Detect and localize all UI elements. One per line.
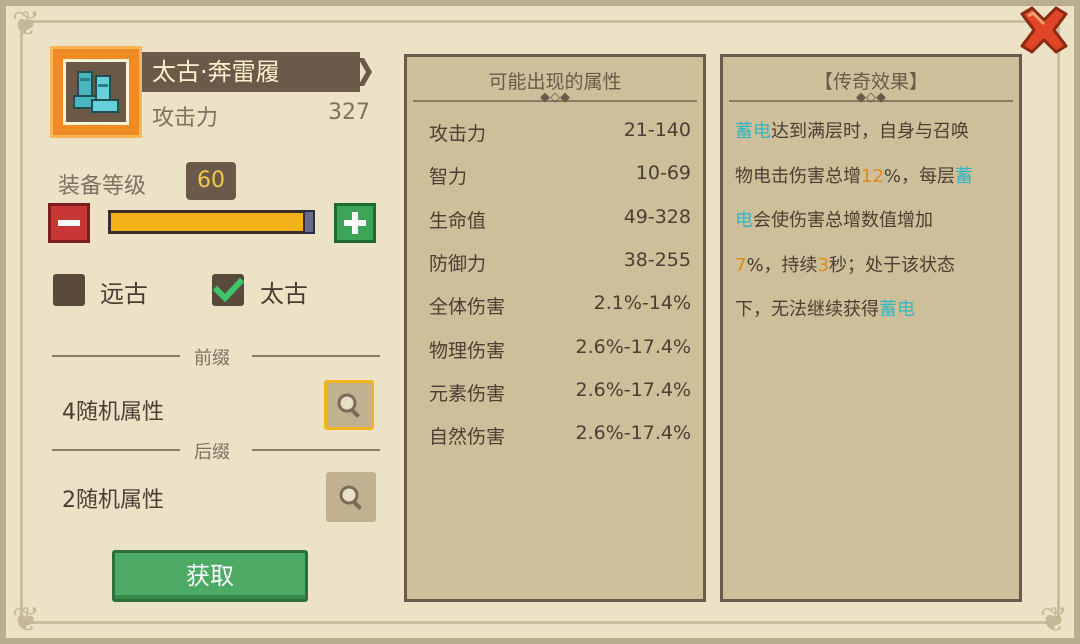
divider: [52, 449, 180, 451]
effect-text: 秒；处于该状态: [829, 254, 956, 276]
level-slider-handle[interactable]: [303, 210, 315, 234]
acquire-button[interactable]: 获取: [112, 550, 308, 602]
attribute-row: 自然伤害 2.6%-17.4%: [429, 422, 691, 452]
attribute-name: 生命值: [429, 209, 487, 232]
prefix-text: 4随机属性: [62, 400, 164, 425]
attribute-row: 全体伤害 2.1%-14%: [429, 292, 691, 322]
effect-highlight: 蓄电: [735, 121, 771, 142]
effect-line: 蓄电达到满层时，自身与召唤: [735, 117, 969, 143]
suffix-search-button[interactable]: [326, 472, 376, 522]
legendary-effect-panel: 【传奇效果】 ◆◇◆ 蓄电达到满层时，自身与召唤 物电击伤害总增12%，每层蓄 电会…: [720, 54, 1022, 602]
attribute-range: 2.6%-17.4%: [575, 335, 691, 358]
attribute-range: 10-69: [635, 162, 691, 185]
effect-highlight: 蓄: [955, 165, 974, 187]
close-button[interactable]: [1016, 4, 1072, 56]
decrease-level-button[interactable]: [48, 203, 90, 243]
checkbox-taigu[interactable]: [212, 274, 245, 306]
level-slider[interactable]: [108, 210, 315, 234]
effect-text: 会使伤害总增数值增加: [753, 210, 933, 231]
effect-line: 7%，持续3秒；处于该状态: [735, 251, 955, 277]
ribbon-tip-icon: [332, 52, 372, 92]
increase-level-button[interactable]: [334, 203, 376, 243]
boots-icon: [73, 71, 119, 113]
divider: [252, 355, 380, 357]
divider: [52, 355, 180, 357]
item-stat-label: 攻击力: [152, 106, 219, 131]
effect-highlight: 电: [735, 210, 753, 231]
prefix-title: 前缀: [194, 348, 230, 369]
checkbox-yuangu[interactable]: [53, 274, 85, 306]
effect-text: 达到满层时，自身与召唤: [771, 121, 969, 142]
effect-line: 下，无法继续获得蓄电: [735, 295, 915, 321]
level-value: 60: [186, 162, 236, 200]
close-icon: [1020, 6, 1068, 54]
effect-text: %，持续: [746, 254, 818, 276]
effect-highlight: 12: [861, 165, 884, 187]
checkmark-icon: [212, 277, 245, 303]
attribute-name: 智力: [429, 166, 468, 189]
level-slider-fill: [111, 213, 311, 231]
attribute-name: 自然伤害: [429, 426, 506, 449]
attribute-row: 物理伤害 2.6%-17.4%: [429, 336, 691, 366]
item-icon-frame: [50, 46, 142, 138]
checkbox-taigu-label: 太古: [260, 280, 308, 308]
item-icon-slot: [63, 59, 129, 125]
attribute-range: 38-255: [623, 248, 691, 271]
divider: [252, 449, 380, 451]
attribute-name: 物理伤害: [429, 339, 506, 362]
attribute-name: 元素伤害: [429, 382, 506, 405]
attributes-panel: 可能出现的属性 ◆◇◆ 攻击力 21-140 智力 10-69 生命值 49-328 防御力…: [404, 54, 706, 602]
attribute-row: 生命值 49-328: [429, 206, 691, 236]
corner-ornament-icon: ❦: [1039, 600, 1069, 640]
attribute-range: 21-140: [623, 119, 691, 141]
effect-line: 电会使伤害总增数值增加: [735, 206, 933, 232]
magnifier-icon: [339, 485, 362, 510]
attribute-name: 攻击力: [429, 123, 487, 145]
effect-highlight: 3: [817, 254, 830, 276]
attribute-row: 智力 10-69: [429, 162, 691, 192]
item-name: 太古·奔雷履: [142, 52, 360, 92]
effect-highlight: 7: [735, 254, 747, 276]
attribute-name: 全体伤害: [429, 296, 506, 319]
corner-ornament-icon: ❦: [11, 4, 41, 44]
attribute-row: 攻击力 21-140: [429, 119, 691, 149]
attribute-row: 元素伤害 2.6%-17.4%: [429, 379, 691, 409]
level-label: 装备等级: [58, 174, 147, 199]
magnifier-icon: [337, 393, 360, 418]
attribute-name: 防御力: [429, 252, 487, 275]
minus-icon: [58, 220, 80, 226]
effect-highlight: 蓄电: [879, 299, 915, 320]
attribute-range: 2.6%-17.4%: [575, 422, 691, 445]
prefix-search-button[interactable]: [324, 380, 374, 430]
suffix-title: 后缀: [194, 442, 230, 463]
attribute-range: 2.6%-17.4%: [575, 378, 691, 401]
panel-ornament: ◆◇◆: [540, 90, 570, 105]
suffix-text: 2随机属性: [62, 488, 164, 513]
effect-line: 物电击伤害总增12%，每层蓄: [735, 162, 973, 188]
attribute-range: 49-328: [623, 205, 691, 228]
effect-text: 下，无法继续获得: [735, 299, 879, 320]
effect-text: 物电击伤害总增: [735, 165, 861, 187]
attribute-row: 防御力 38-255: [429, 249, 691, 279]
checkbox-yuangu-label: 远古: [100, 280, 148, 308]
effect-text: %，每层: [883, 165, 956, 187]
corner-ornament-icon: ❦: [11, 600, 41, 640]
attribute-range: 2.1%-14%: [593, 292, 691, 315]
panel-ornament: ◆◇◆: [856, 90, 886, 105]
item-stat-value: 327: [328, 100, 370, 125]
